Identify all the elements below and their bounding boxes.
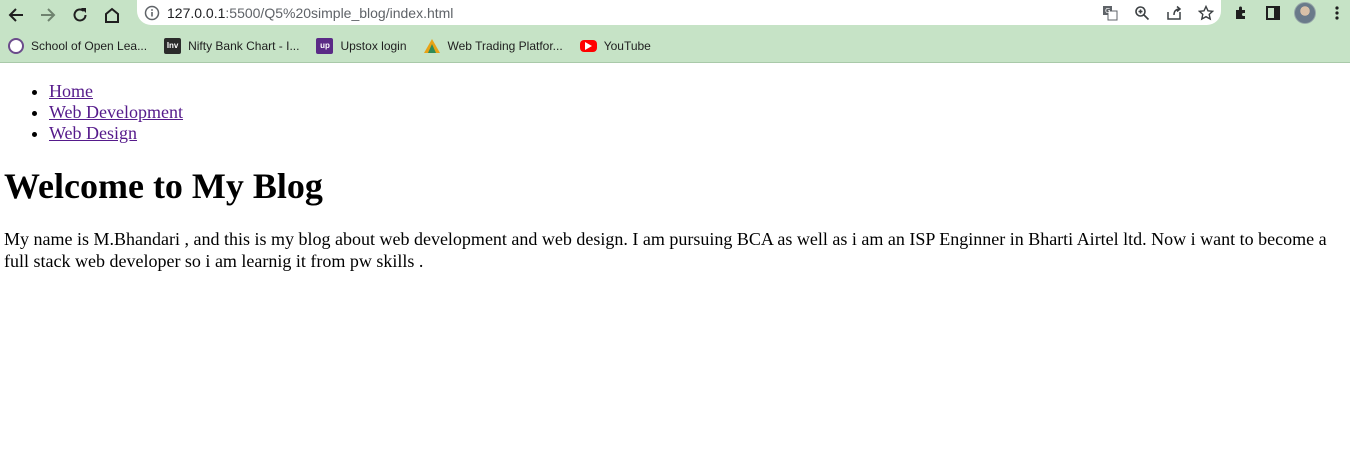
bookmark-web-trading-platform[interactable]: Web Trading Platfor... xyxy=(424,38,563,54)
browser-toolbar: 127.0.0.1:5500/Q5%20simple_blog/index.ht… xyxy=(0,0,1350,29)
translate-icon[interactable]: G xyxy=(1101,4,1119,22)
trading-platform-icon xyxy=(424,38,441,54)
nav-item-home: Home xyxy=(49,81,1350,102)
puzzle-icon[interactable] xyxy=(1230,2,1252,24)
share-icon[interactable] xyxy=(1165,4,1183,22)
zoom-icon[interactable] xyxy=(1133,4,1151,22)
home-icon[interactable] xyxy=(96,0,128,29)
bookmark-school-of-open-learning[interactable]: School of Open Lea... xyxy=(8,37,148,54)
page-content: Home Web Development Web Design Welcome … xyxy=(0,81,1350,272)
url-text[interactable]: 127.0.0.1:5500/Q5%20simple_blog/index.ht… xyxy=(167,5,453,21)
back-arrow-icon[interactable] xyxy=(0,0,32,29)
address-bar[interactable]: 127.0.0.1:5500/Q5%20simple_blog/index.ht… xyxy=(137,0,1221,25)
bookmark-nifty-bank-chart[interactable]: Inv Nifty Bank Chart - I... xyxy=(164,37,300,54)
upstox-icon: up xyxy=(316,37,334,54)
nav-link-home[interactable]: Home xyxy=(49,81,93,101)
svg-text:G: G xyxy=(1105,7,1110,15)
url-host: 127.0.0.1 xyxy=(167,4,226,21)
page-title: Welcome to My Blog xyxy=(4,166,323,206)
investing-icon: Inv xyxy=(164,37,182,54)
bookmark-label: Web Trading Platfor... xyxy=(447,38,563,53)
bookmark-label: School of Open Lea... xyxy=(31,38,148,53)
star-icon[interactable] xyxy=(1197,4,1215,22)
nav-item-web-design: Web Design xyxy=(49,123,1350,144)
forward-arrow-icon[interactable] xyxy=(32,0,64,29)
school-seal-icon xyxy=(8,37,24,54)
nav-link-web-design[interactable]: Web Design xyxy=(49,123,137,143)
bookmark-youtube[interactable]: YouTube xyxy=(579,38,651,53)
bookmark-upstox-login[interactable]: up Upstox login xyxy=(316,37,407,54)
info-icon[interactable] xyxy=(137,5,167,21)
intro-paragraph: My name is M.Bhandari , and this is my b… xyxy=(4,229,1327,271)
url-path: :5500/Q5%20simple_blog/index.html xyxy=(225,4,454,21)
youtube-icon xyxy=(579,39,597,52)
nav-list: Home Web Development Web Design xyxy=(4,81,1350,144)
bookmark-label: YouTube xyxy=(603,38,651,53)
bookmark-label: Nifty Bank Chart - I... xyxy=(188,38,300,53)
bookmarks-bar: School of Open Lea... Inv Nifty Bank Cha… xyxy=(0,29,1350,63)
nav-item-web-development: Web Development xyxy=(49,102,1350,123)
kebab-menu-icon[interactable] xyxy=(1326,2,1348,24)
bookmark-label: Upstox login xyxy=(340,38,407,53)
side-panel-icon[interactable] xyxy=(1262,2,1284,24)
nav-link-web-development[interactable]: Web Development xyxy=(49,102,183,122)
reload-icon[interactable] xyxy=(64,0,96,29)
profile-avatar[interactable] xyxy=(1294,1,1316,24)
